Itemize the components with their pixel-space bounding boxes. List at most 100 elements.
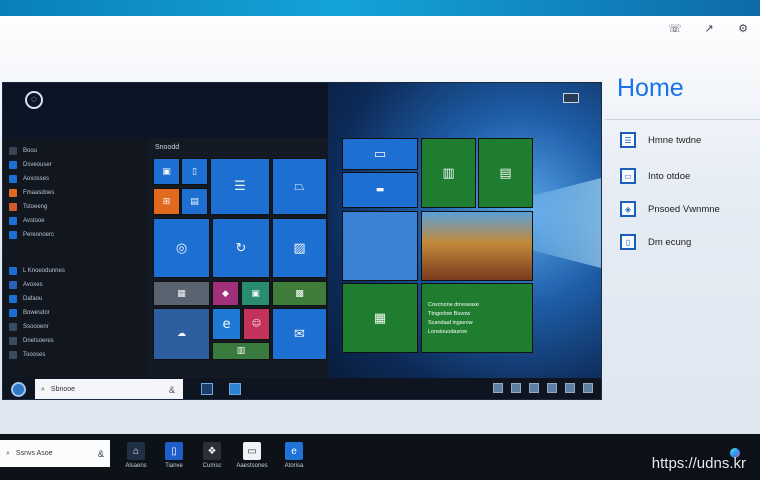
list-item[interactable]: Tstoeeng xyxy=(9,202,47,212)
search-box[interactable]: ⌕ Ssnvs Asoe & xyxy=(0,440,110,467)
list-item[interactable]: Bowesdor xyxy=(9,308,50,318)
tray-icon[interactable] xyxy=(529,383,539,393)
tile-app[interactable]: e xyxy=(212,308,241,340)
mic-icon[interactable]: & xyxy=(169,385,175,395)
search-icon: ⌕ xyxy=(41,385,45,393)
tile-app[interactable] xyxy=(342,211,418,281)
apps-icon: ❖ xyxy=(203,442,221,460)
list-item[interactable]: Fmaasdoes xyxy=(9,188,54,198)
tile-photo[interactable] xyxy=(421,211,533,281)
taskbar: ⌕ Sbnooe & xyxy=(3,378,601,399)
tile-app[interactable]: ▤ xyxy=(181,188,208,215)
list-item[interactable]: Toooses xyxy=(9,350,45,360)
tile-app[interactable]: ◎ xyxy=(153,218,210,278)
image-icon: ▦ xyxy=(177,288,186,299)
tile-app[interactable]: ⏢ xyxy=(272,158,327,215)
tile-app[interactable]: ▣ xyxy=(241,281,270,306)
app-icon xyxy=(9,161,17,169)
list-item[interactable]: Avoxes xyxy=(9,280,43,290)
home-item[interactable]: ☰ Hmne twdne xyxy=(620,132,701,148)
tiles-header: Snoodd xyxy=(155,144,180,151)
search-box[interactable]: ⌕ Sbnooe & xyxy=(35,379,183,399)
maps-icon: ▣ xyxy=(251,288,260,299)
tile-app[interactable]: ▥ xyxy=(421,138,476,208)
tile-app[interactable]: ▨ xyxy=(272,218,327,278)
tile-app[interactable]: ▥ xyxy=(212,342,270,360)
taskbar-app[interactable]: ▯ Tianve xyxy=(154,442,194,469)
camera-icon: ◎ xyxy=(175,240,188,256)
start-menu: Boou Dsveouser Aoxosses Fmaasdoes Tstoee… xyxy=(3,138,328,378)
list-item[interactable]: Avstooe xyxy=(9,216,45,226)
list-item[interactable]: Dafaou xyxy=(9,294,42,304)
app-logo-icon[interactable]: ◌ xyxy=(25,91,43,109)
photo-icon: ▣ xyxy=(162,166,171,177)
list-item[interactable]: Ssoooenr xyxy=(9,322,49,332)
settings-icon[interactable]: ⚙ xyxy=(736,22,750,35)
people-icon: ☺ xyxy=(251,319,262,329)
tile-news[interactable]: ☰ xyxy=(210,158,270,215)
home-item[interactable]: ▭ Into otdoe xyxy=(620,168,690,184)
page-title: Home xyxy=(617,74,684,102)
app-icon xyxy=(9,323,17,331)
taskbar-app[interactable]: ⌂ Alsaens xyxy=(116,442,156,469)
taskbar-app-icon[interactable] xyxy=(201,383,213,395)
tray-icon[interactable] xyxy=(493,383,503,393)
list-icon: ☰ xyxy=(620,132,636,148)
tile-app[interactable]: ▦ xyxy=(342,283,418,353)
phone-icon[interactable]: ☏ xyxy=(668,22,682,35)
mic-icon[interactable]: & xyxy=(98,449,104,459)
tile-app[interactable]: ⊞ xyxy=(153,188,180,215)
user-icon xyxy=(9,147,17,155)
file-icon: ▭ xyxy=(243,442,261,460)
tile-app[interactable]: ▭ xyxy=(342,138,418,170)
list-item[interactable]: Dsveouser xyxy=(9,160,52,170)
pin-icon[interactable]: ↗ xyxy=(702,22,716,35)
tile-app[interactable]: ▯ xyxy=(181,158,208,185)
list-item[interactable]: Dnetsoeres xyxy=(9,336,54,346)
system-tray xyxy=(493,383,593,393)
excel-icon: ▥ xyxy=(442,165,455,181)
xbox-icon: ▩ xyxy=(295,288,304,299)
taskbar-app-icon[interactable] xyxy=(229,383,241,395)
list-item[interactable]: Aoxosses xyxy=(9,174,49,184)
tray-icon[interactable] xyxy=(511,383,521,393)
taskbar-app[interactable]: ❖ Cumsc xyxy=(192,442,232,469)
home-item[interactable]: ▯ Dm ecung xyxy=(620,234,691,250)
document-icon: ▯ xyxy=(192,166,197,177)
store-icon: ⊞ xyxy=(162,196,171,207)
taskbar-app[interactable]: ▭ Aaestsones xyxy=(232,442,272,469)
tray-icon[interactable] xyxy=(583,383,593,393)
tray-icon[interactable] xyxy=(565,383,575,393)
tile-app[interactable]: ▬ xyxy=(342,172,418,208)
tile-app[interactable]: ▣ xyxy=(153,158,180,185)
weather-icon: ☁ xyxy=(177,329,186,339)
app-icon xyxy=(9,295,17,303)
tile-app[interactable]: ☺ xyxy=(243,308,270,340)
taskbar-app[interactable]: e Atorisa xyxy=(274,442,314,469)
app-icon xyxy=(9,189,17,197)
list-item[interactable]: Pereonoerc xyxy=(9,230,54,240)
list-item[interactable]: L Knoeodunnes xyxy=(9,266,65,276)
tile-live[interactable]: ▦ xyxy=(153,281,210,306)
list-item[interactable]: Boou xyxy=(9,146,37,156)
calendar-icon: ▤ xyxy=(190,196,199,207)
sheets-icon: ▤ xyxy=(499,165,512,181)
app-icon xyxy=(9,281,17,289)
tile-app[interactable]: ↻ xyxy=(212,218,270,278)
start-button[interactable] xyxy=(11,382,26,397)
home-item[interactable]: ◈ Pnsoed Vwnmne xyxy=(620,201,720,217)
screen-corner-icon[interactable] xyxy=(563,93,579,103)
tile-app[interactable]: ✉ xyxy=(272,308,327,360)
tile-live[interactable]: ☁ xyxy=(153,308,210,360)
tray-icon[interactable] xyxy=(547,383,557,393)
window-icon: ▯ xyxy=(620,234,636,250)
tile-app[interactable]: ▩ xyxy=(272,281,327,306)
window-icon: ▭ xyxy=(373,146,387,162)
tile-app[interactable]: ▤ xyxy=(478,138,533,208)
tile-app[interactable]: ◆ xyxy=(212,281,239,306)
app-icon xyxy=(9,337,17,345)
app-icon xyxy=(9,231,17,239)
tile-news[interactable]: Covcnone drreoeaxe Ttngorlow Buvow Scand… xyxy=(421,283,533,353)
media-icon: ▬ xyxy=(375,185,385,195)
monitor-screen: ◌ Boou Dsveouser Aoxosses Fmaasdoes Tsto… xyxy=(2,82,602,400)
